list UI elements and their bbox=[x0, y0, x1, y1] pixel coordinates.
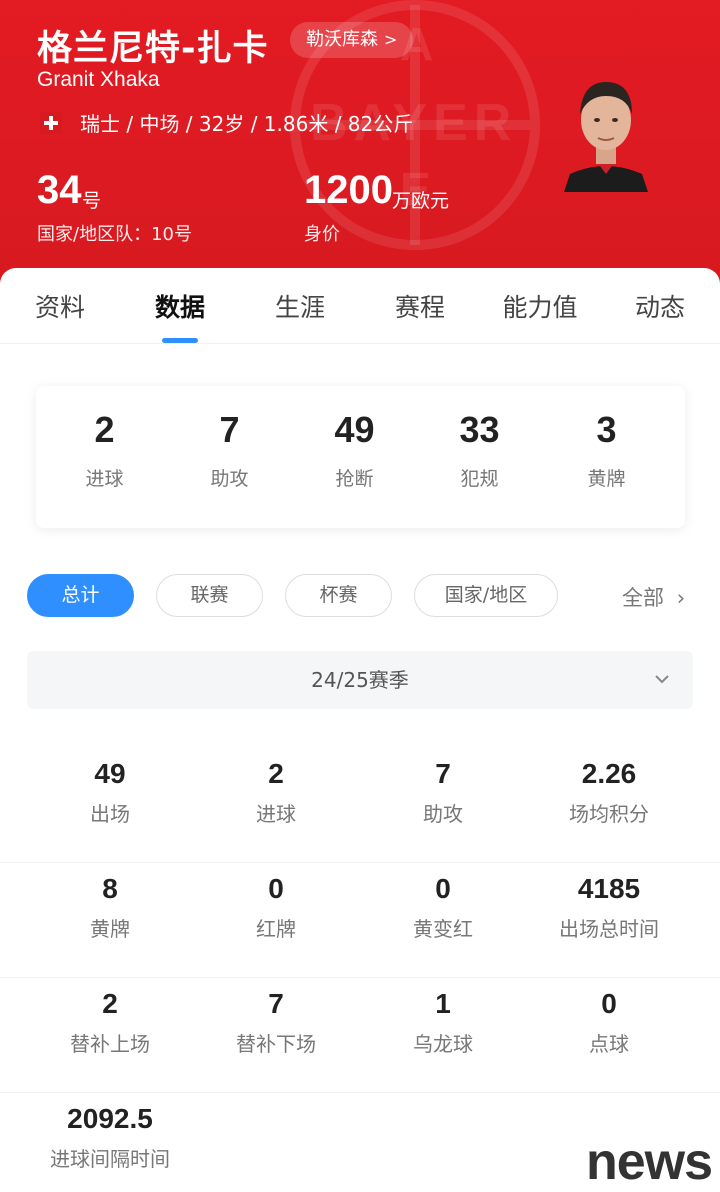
swiss-flag-icon bbox=[40, 111, 62, 134]
stat-label: 替补下场 bbox=[236, 1032, 316, 1056]
stat-item: 0 红牌 bbox=[193, 873, 359, 942]
market-value-label: 身价 bbox=[304, 224, 340, 245]
summary-item: 3 黄牌 bbox=[544, 410, 669, 491]
stat-label: 点球 bbox=[589, 1032, 629, 1056]
stat-value: 0 bbox=[268, 873, 284, 904]
stat-item: 0 点球 bbox=[526, 988, 692, 1057]
player-header: A E BAYER 格兰尼特-扎卡 勒沃库森 > Granit Xhaka 瑞士 … bbox=[0, 0, 720, 300]
stat-label: 场均积分 bbox=[569, 802, 649, 826]
stat-label: 进球 bbox=[256, 802, 296, 826]
stat-value: 0 bbox=[435, 873, 451, 904]
stat-label: 乌龙球 bbox=[413, 1032, 473, 1056]
summary-item: 33 犯规 bbox=[417, 410, 542, 491]
stat-item: 1 乌龙球 bbox=[360, 988, 526, 1057]
chevron-right-icon: › bbox=[676, 586, 686, 610]
tab-ratings[interactable]: 能力值 bbox=[480, 288, 600, 324]
news-watermark-logo: news bbox=[586, 1133, 713, 1191]
tab-stats[interactable]: 数据 bbox=[120, 288, 240, 324]
chevron-right-icon: > bbox=[384, 30, 398, 49]
market-value: 1200 bbox=[304, 168, 393, 212]
active-tab-indicator bbox=[162, 338, 198, 343]
chevron-down-icon bbox=[653, 651, 671, 733]
stat-value: 7 bbox=[268, 988, 284, 1019]
stat-label: 黄牌 bbox=[90, 917, 130, 941]
content-card: 资料 数据 生涯 赛程 能力值 动态 2 进球 7 助攻 49 抢断 33 犯规… bbox=[0, 268, 720, 1192]
stat-item: 4185 出场总时间 bbox=[526, 873, 692, 942]
national-team-number: 国家/地区队：10号 bbox=[37, 224, 192, 245]
filter-league-button[interactable]: 联赛 bbox=[156, 574, 263, 617]
stat-value: 8 bbox=[102, 873, 118, 904]
season-label: 24/25赛季 bbox=[311, 668, 409, 692]
stat-label: 进球间隔时间 bbox=[50, 1147, 170, 1171]
stat-item: 2092.5 进球间隔时间 bbox=[27, 1103, 193, 1172]
stat-value: 49 bbox=[94, 758, 126, 789]
tab-schedule[interactable]: 赛程 bbox=[360, 288, 480, 324]
stat-item: 7 替补下场 bbox=[193, 988, 359, 1057]
tab-news[interactable]: 动态 bbox=[600, 288, 720, 324]
filter-national-button[interactable]: 国家/地区 bbox=[414, 574, 558, 617]
stat-value: 2092.5 bbox=[67, 1103, 153, 1134]
tab-career[interactable]: 生涯 bbox=[240, 288, 360, 324]
stat-item: 2.26 场均积分 bbox=[526, 758, 692, 827]
stat-label: 出场总时间 bbox=[559, 917, 659, 941]
all-filters-link[interactable]: 全部 › bbox=[622, 582, 685, 612]
summary-item: 7 助攻 bbox=[167, 410, 292, 491]
summary-value: 2 bbox=[94, 409, 115, 450]
stat-value: 1 bbox=[435, 988, 451, 1019]
club-link-button[interactable]: 勒沃库森 > bbox=[290, 22, 414, 58]
tab-bar: 资料 数据 生涯 赛程 能力值 动态 bbox=[0, 268, 720, 344]
stat-label: 助攻 bbox=[423, 802, 463, 826]
club-name: 勒沃库森 bbox=[306, 29, 378, 50]
player-info: 瑞士 / 中场 / 32岁 / 1.86米 / 82公斤 bbox=[80, 112, 414, 136]
market-value-unit: 万欧元 bbox=[392, 190, 450, 212]
player-info-row: 瑞士 / 中场 / 32岁 / 1.86米 / 82公斤 bbox=[40, 108, 413, 137]
stat-item: 0 黄变红 bbox=[360, 873, 526, 942]
summary-value: 3 bbox=[596, 409, 617, 450]
summary-value: 33 bbox=[459, 409, 500, 450]
player-avatar bbox=[564, 82, 648, 192]
filter-cup-button[interactable]: 杯赛 bbox=[285, 574, 392, 617]
stat-label: 出场 bbox=[90, 802, 130, 826]
stat-label: 替补上场 bbox=[70, 1032, 150, 1056]
shirt-number-unit: 号 bbox=[82, 190, 102, 212]
stat-label: 黄变红 bbox=[413, 917, 473, 941]
stat-item: 8 黄牌 bbox=[27, 873, 193, 942]
stat-item: 7 助攻 bbox=[360, 758, 526, 827]
player-name-en: Granit Xhaka bbox=[37, 68, 160, 91]
stat-value: 7 bbox=[435, 758, 451, 789]
stat-item: 49 出场 bbox=[27, 758, 193, 827]
stat-label: 红牌 bbox=[256, 917, 296, 941]
summary-stats-card: 2 进球 7 助攻 49 抢断 33 犯规 3 黄牌 bbox=[36, 386, 685, 528]
summary-label: 助攻 bbox=[210, 468, 249, 490]
summary-label: 黄牌 bbox=[587, 468, 626, 490]
player-name: 格兰尼特-扎卡 bbox=[37, 29, 269, 69]
stats-row: 49 出场 2 进球 7 助攻 2.26 场均积分 bbox=[0, 748, 720, 863]
stat-item: 2 替补上场 bbox=[27, 988, 193, 1057]
all-filters-label: 全部 bbox=[622, 586, 664, 610]
tab-profile[interactable]: 资料 bbox=[0, 288, 120, 324]
summary-label: 抢断 bbox=[335, 468, 374, 490]
stats-row: 2 替补上场 7 替补下场 1 乌龙球 0 点球 bbox=[0, 978, 720, 1093]
shirt-number: 34 bbox=[37, 168, 82, 212]
summary-item: 49 抢断 bbox=[292, 410, 417, 491]
stat-value: 2 bbox=[102, 988, 118, 1019]
stat-value: 4185 bbox=[577, 873, 641, 904]
stats-row: 8 黄牌 0 红牌 0 黄变红 4185 出场总时间 bbox=[0, 863, 720, 978]
summary-value: 49 bbox=[334, 409, 375, 450]
summary-label: 犯规 bbox=[460, 468, 499, 490]
stat-item: 2 进球 bbox=[193, 758, 359, 827]
stat-value: 0 bbox=[601, 988, 617, 1019]
filter-total-button[interactable]: 总计 bbox=[27, 574, 134, 617]
summary-label: 进球 bbox=[85, 468, 124, 490]
season-selector[interactable]: 24/25赛季 bbox=[27, 651, 693, 709]
summary-item: 2 进球 bbox=[42, 410, 167, 491]
stat-value: 2 bbox=[268, 758, 284, 789]
stat-value: 2.26 bbox=[581, 758, 637, 789]
summary-value: 7 bbox=[219, 409, 240, 450]
